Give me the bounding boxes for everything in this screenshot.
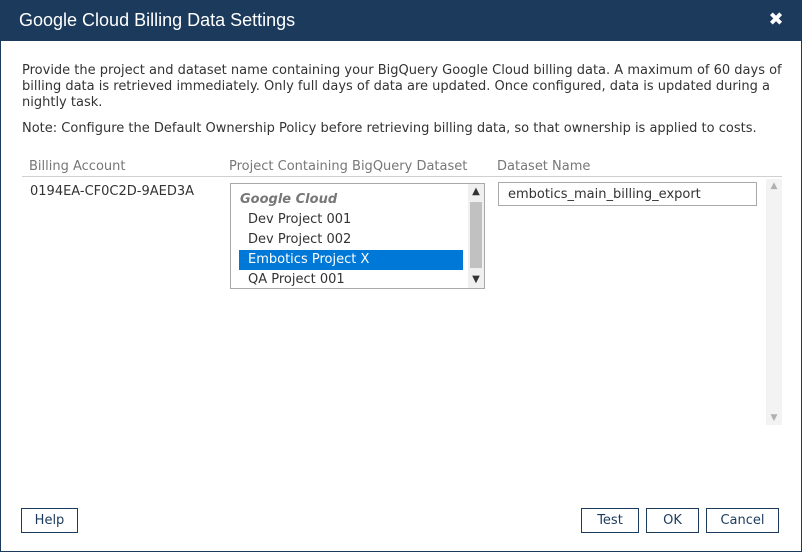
ok-button[interactable]: OK	[646, 508, 699, 533]
dialog-title: Google Cloud Billing Data Settings	[19, 10, 296, 30]
project-header: Project Containing BigQuery Dataset	[229, 159, 468, 174]
project-listbox[interactable]: Google Cloud Dev Project 001 Dev Project…	[230, 183, 485, 289]
header-divider	[22, 176, 782, 177]
chevron-up-icon[interactable]: ▲	[468, 184, 484, 200]
project-list: Google Cloud Dev Project 001 Dev Project…	[239, 190, 463, 288]
billing-settings-dialog: Google Cloud Billing Data Settings ✖ Pro…	[0, 0, 802, 552]
dialog-note: Note: Configure the Default Ownership Po…	[22, 121, 757, 136]
billing-account-header: Billing Account	[29, 159, 126, 174]
help-button[interactable]: Help	[21, 508, 78, 533]
chevron-down-icon[interactable]: ▼	[766, 411, 782, 425]
test-button[interactable]: Test	[581, 508, 639, 533]
dataset-header: Dataset Name	[497, 159, 591, 174]
project-option[interactable]: Dev Project 001	[239, 210, 463, 230]
project-group-label: Google Cloud	[240, 192, 338, 207]
dataset-name-input[interactable]	[498, 182, 757, 206]
project-option[interactable]: Dev Project 002	[239, 230, 463, 250]
chevron-up-icon[interactable]: ▲	[766, 179, 782, 193]
chevron-down-icon[interactable]: ▼	[468, 272, 484, 288]
dialog-titlebar: Google Cloud Billing Data Settings ✖	[1, 1, 801, 41]
project-option-selected[interactable]: Embotics Project X	[239, 250, 463, 270]
close-icon[interactable]: ✖	[765, 9, 787, 31]
project-option[interactable]: QA Project 001	[239, 270, 463, 288]
project-list-scrollbar[interactable]: ▲ ▼	[468, 184, 484, 288]
billing-account-value: 0194EA-CF0C2D-9AED3A	[30, 184, 195, 199]
rows-scrollbar[interactable]: ▲ ▼	[766, 179, 782, 425]
cancel-button[interactable]: Cancel	[706, 508, 779, 533]
scrollbar-thumb[interactable]	[470, 202, 482, 268]
dialog-description: Provide the project and dataset name con…	[22, 63, 782, 110]
